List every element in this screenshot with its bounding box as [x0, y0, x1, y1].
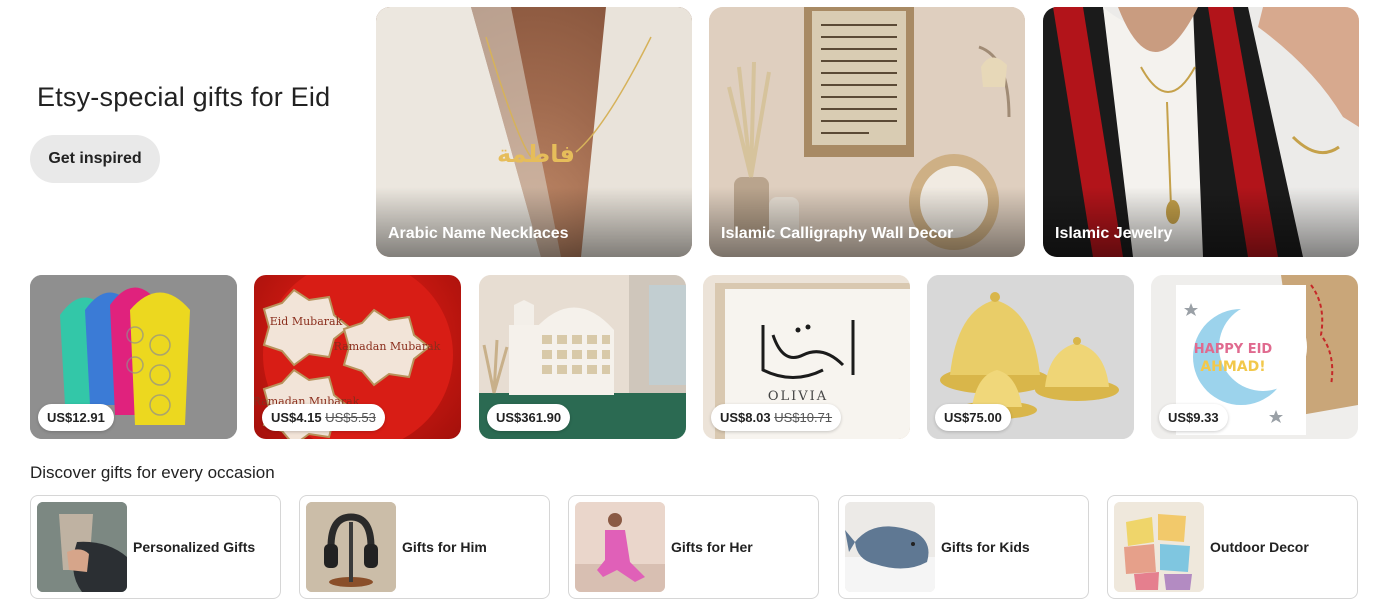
- occasion-label: Gifts for Kids: [941, 539, 1030, 555]
- product-card[interactable]: Eid Mubarak Ramadan Mubarak Ramadan Muba…: [254, 275, 461, 439]
- category-card-arabic-name-necklaces[interactable]: فاطمة Arabic Name Necklaces: [376, 7, 692, 257]
- product-card[interactable]: US$75.00: [927, 275, 1134, 439]
- occasion-card-gifts-for-him[interactable]: Gifts for Him: [299, 495, 550, 599]
- svg-text:فاطمة: فاطمة: [497, 140, 575, 168]
- occasion-label: Outdoor Decor: [1210, 539, 1309, 555]
- current-price: US$75.00: [944, 410, 1002, 425]
- original-price: US$10.71: [774, 410, 833, 425]
- product-card[interactable]: OLIVIA US$8.03 US$10.71: [703, 275, 910, 439]
- occasion-thumbnail: [1114, 502, 1204, 592]
- occasion-thumbnail: [575, 502, 665, 592]
- occasion-label: Personalized Gifts: [133, 539, 256, 555]
- occasion-label: Gifts for Him: [402, 539, 487, 555]
- price-badge: US$9.33: [1159, 404, 1228, 431]
- product-card[interactable]: HAPPY EID AHMAD! US$9.33: [1151, 275, 1358, 439]
- current-price: US$4.15: [271, 410, 322, 425]
- occasion-thumbnail: [37, 502, 127, 592]
- category-label: Islamic Jewelry: [1055, 225, 1173, 242]
- category-card-islamic-jewelry[interactable]: Islamic Jewelry: [1043, 7, 1359, 257]
- occasion-label: Gifts for Her: [671, 539, 753, 555]
- svg-text:AHMAD!: AHMAD!: [1200, 359, 1265, 375]
- occasion-card-outdoor-decor[interactable]: Outdoor Decor: [1107, 495, 1358, 599]
- category-label: Islamic Calligraphy Wall Decor: [721, 225, 954, 242]
- original-price: US$5.53: [325, 410, 376, 425]
- price-badge: US$361.90: [487, 404, 571, 431]
- occasion-thumbnail: [845, 502, 935, 592]
- section-title: Etsy-special gifts for Eid: [37, 82, 331, 112]
- current-price: US$8.03: [720, 410, 771, 425]
- occasion-card-gifts-for-her[interactable]: Gifts for Her: [568, 495, 819, 599]
- current-price: US$361.90: [496, 410, 562, 425]
- category-card-islamic-calligraphy-wall-decor[interactable]: Islamic Calligraphy Wall Decor: [709, 7, 1025, 257]
- occasion-thumbnail: [306, 502, 396, 592]
- current-price: US$12.91: [47, 410, 105, 425]
- get-inspired-button[interactable]: Get inspired: [30, 135, 160, 183]
- svg-text:HAPPY EID: HAPPY EID: [1194, 342, 1273, 357]
- price-badge: US$12.91: [38, 404, 114, 431]
- occasion-card-personalized-gifts[interactable]: Personalized Gifts: [30, 495, 281, 599]
- price-badge: US$75.00: [935, 404, 1011, 431]
- price-badge: US$4.15 US$5.53: [262, 404, 385, 431]
- svg-text:OLIVIA: OLIVIA: [768, 389, 828, 404]
- occasions-title: Discover gifts for every occasion: [30, 463, 275, 482]
- product-card[interactable]: US$12.91: [30, 275, 237, 439]
- category-label: Arabic Name Necklaces: [388, 225, 569, 242]
- svg-text:Eid Mubarak: Eid Mubarak: [270, 315, 343, 328]
- current-price: US$9.33: [1168, 410, 1219, 425]
- occasion-card-gifts-for-kids[interactable]: Gifts for Kids: [838, 495, 1089, 599]
- svg-text:Ramadan Mubarak: Ramadan Mubarak: [334, 340, 441, 353]
- product-card[interactable]: US$361.90: [479, 275, 686, 439]
- price-badge: US$8.03 US$10.71: [711, 404, 842, 431]
